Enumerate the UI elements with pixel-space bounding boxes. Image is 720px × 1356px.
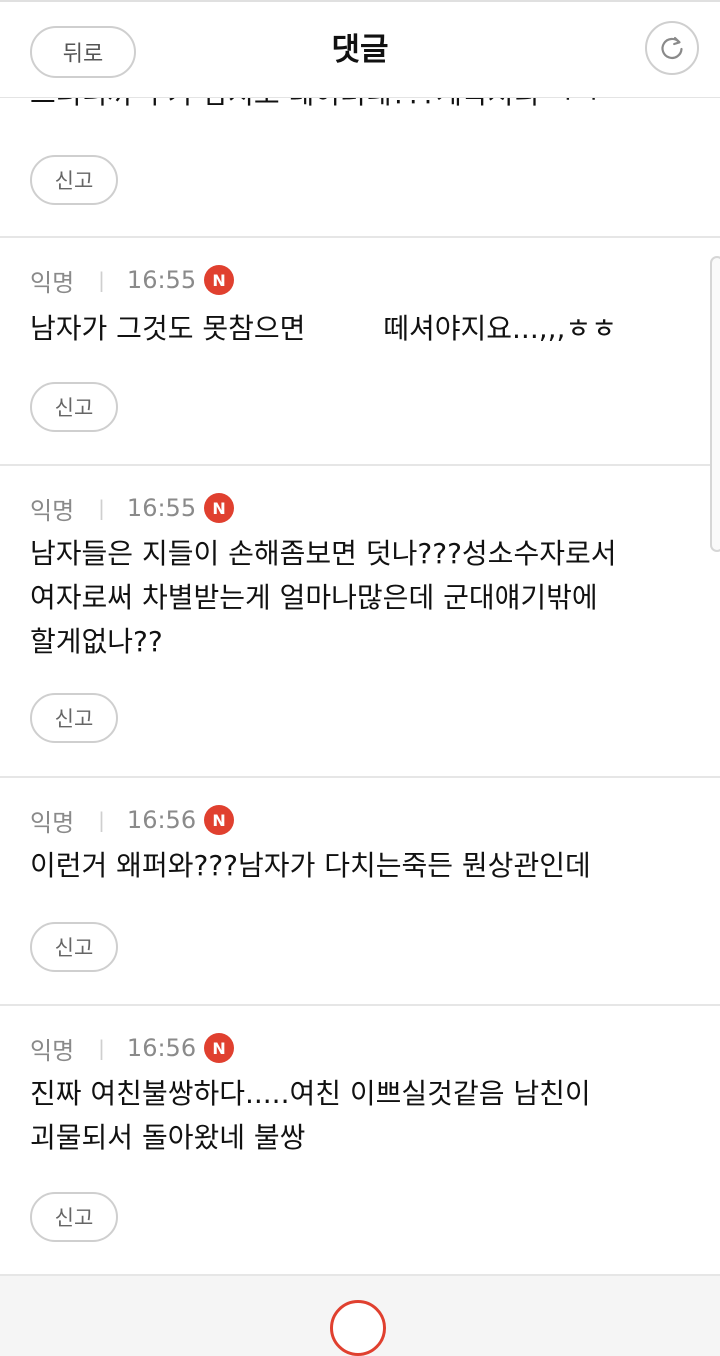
redacted-block — [314, 313, 375, 347]
comment-text: 이런거 왜퍼와???남자가 다치는죽든 뭔상관인데 — [30, 849, 591, 882]
comment-meta: 익명 | 16:55 N — [30, 260, 235, 300]
comment-author: 익명 — [30, 808, 75, 837]
comment-item: 그러니까 누가 참지도 데이터네???계속처리 ㅋㅋ 신고 — [0, 98, 720, 238]
report-button[interactable]: 신고 — [30, 693, 118, 743]
comment-text: 그러니까 누가 참지도 데이터네???계속처리 ㅋㅋ — [30, 98, 600, 116]
refresh-icon — [661, 36, 683, 60]
scrollbar-thumb[interactable] — [710, 256, 720, 552]
page-title: 댓글 — [331, 32, 389, 68]
app-header: 뒤로 댓글 — [0, 0, 720, 98]
bottom-action-button[interactable] — [330, 1300, 386, 1356]
meta-divider: | — [98, 496, 105, 520]
report-button[interactable]: 신고 — [30, 155, 118, 205]
comment-list: 그러니까 누가 참지도 데이터네???계속처리 ㅋㅋ 신고 익명 | 16:55… — [0, 98, 720, 1314]
comment-item: 익명 | 16:55 N 남자가 그것도 못참으면 떼셔야지요...,,,ㅎㅎ … — [0, 238, 720, 466]
comment-text: 남자가 그것도 못참으면 떼셔야지요...,,,ㅎㅎ — [30, 307, 700, 351]
comment-text-before: 남자가 그것도 못참으면 — [30, 312, 306, 345]
comment-item: 익명 | 16:56 N 진짜 여친불쌍하다.....여친 이쁘실것같음 남친이… — [0, 1006, 720, 1276]
new-badge: N — [204, 805, 235, 835]
report-button[interactable]: 신고 — [30, 382, 118, 432]
comment-meta: 익명 | 16:56 N — [30, 1028, 235, 1068]
comment-item: 익명 | 16:55 N 남자들은 지들이 손해좀보면 덧나???성소수자로서 … — [0, 466, 720, 778]
comment-author: 익명 — [30, 268, 75, 297]
comment-author: 익명 — [30, 1036, 75, 1065]
refresh-button[interactable] — [645, 21, 699, 75]
new-badge: N — [204, 265, 235, 295]
comment-author: 익명 — [30, 496, 75, 525]
comment-text-after: 떼셔야지요...,,,ㅎㅎ — [383, 312, 617, 345]
comment-time: 16:55 — [126, 266, 197, 294]
comment-item: 익명 | 16:56 N 이런거 왜퍼와???남자가 다치는죽든 뭔상관인데 신… — [0, 778, 720, 1006]
comment-time: 16:55 — [126, 494, 197, 522]
report-button[interactable]: 신고 — [30, 922, 118, 972]
report-button[interactable]: 신고 — [30, 1192, 118, 1242]
meta-divider: | — [98, 808, 105, 832]
meta-divider: | — [98, 1036, 105, 1060]
comment-text: 진짜 여친불쌍하다.....여친 이쁘실것같음 남친이 괴물되서 돌아왔네 불쌍 — [30, 1077, 591, 1154]
comment-meta: 익명 | 16:55 N — [30, 488, 235, 528]
comment-text: 남자들은 지들이 손해좀보면 덧나???성소수자로서 여자로써 차별받는게 얼마… — [30, 537, 617, 658]
comment-meta: 익명 | 16:56 N — [30, 800, 235, 840]
comment-time: 16:56 — [126, 1034, 197, 1062]
comment-time: 16:56 — [126, 806, 197, 834]
meta-divider: | — [98, 268, 105, 292]
new-badge: N — [204, 493, 235, 523]
new-badge: N — [204, 1033, 235, 1063]
